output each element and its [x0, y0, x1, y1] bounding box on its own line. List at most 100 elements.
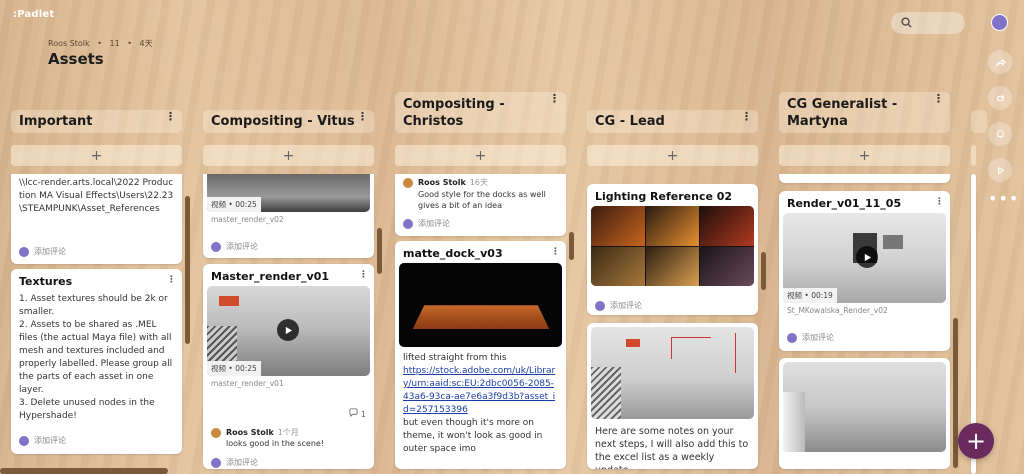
right-toolbar: ••• — [988, 50, 1018, 207]
add-comment[interactable]: 添加评论 — [779, 328, 842, 347]
post-card[interactable]: Roos Stolk 16天 Good style for the docks … — [395, 174, 566, 236]
more-icon[interactable]: ••• — [988, 191, 1018, 207]
video-thumbnail[interactable]: 视频 • 00:25 — [207, 174, 370, 212]
column-menu-icon[interactable]: ⋮ — [357, 111, 368, 122]
play-button[interactable] — [277, 319, 299, 341]
column-header: CG Generalist - Martyna ⋮ — [779, 92, 950, 133]
stock-link[interactable]: https://stock.adobe.com/uk/Library/urn:a… — [403, 365, 558, 417]
post-card[interactable]: ⋮ Textures 1. Asset textures should be 2… — [11, 269, 182, 454]
comment-text: Good style for the docks as well gives a… — [418, 190, 546, 210]
video-thumbnail[interactable]: 视频 • 00:19 — [783, 213, 946, 303]
page-title: Assets — [48, 50, 104, 68]
add-post-button[interactable]: + — [203, 145, 374, 166]
bell-icon — [996, 129, 1004, 138]
search-button[interactable] — [891, 12, 965, 34]
add-comment-label: 添加评论 — [34, 247, 66, 256]
image-thumbnail[interactable] — [399, 263, 562, 347]
avatar — [403, 177, 413, 188]
play-button[interactable] — [856, 246, 878, 268]
column-title: Compositing - Vitus — [211, 114, 355, 129]
add-comment[interactable]: 添加评论 — [203, 237, 266, 256]
add-post-fab[interactable]: + — [958, 423, 994, 459]
post-card[interactable]: ⋮ Master_render_v01 视频 • 00:25 master_re… — [203, 264, 374, 469]
post-card[interactable]: ⋮ Render_v01_11_05 视频 • 00:19 St_MKowals… — [779, 191, 950, 351]
post-menu-icon[interactable]: ⋮ — [935, 197, 944, 207]
post-card-partial[interactable] — [779, 174, 950, 183]
column-title: CG Generalist - Martyna — [787, 96, 898, 129]
comment-author-row: Roos Stolk 16天 — [395, 174, 566, 188]
post-card[interactable]: \\lcc-render.arts.local\2022 Production … — [11, 174, 182, 264]
add-comment-label: 添加评论 — [610, 301, 642, 310]
column-scrollbar[interactable] — [377, 228, 382, 274]
add-post-button[interactable]: + — [587, 145, 758, 166]
add-post-button[interactable]: + — [395, 145, 566, 166]
board-age: 4天 — [139, 39, 153, 48]
column-header-partial — [971, 110, 987, 133]
image-collage[interactable] — [591, 206, 754, 286]
add-comment[interactable]: 添加评论 — [395, 214, 458, 233]
post-menu-icon[interactable]: ⋮ — [167, 275, 176, 285]
slideshow-button[interactable] — [988, 158, 1012, 182]
avatar — [211, 427, 221, 438]
column-title: CG - Lead — [595, 114, 665, 129]
share-button[interactable] — [988, 50, 1012, 74]
post-card[interactable]: ⋮ matte_dock_v03 lifted straight from th… — [395, 241, 566, 469]
column-scrollbar[interactable] — [569, 232, 574, 260]
remake-button[interactable] — [988, 86, 1012, 110]
column-scrollbar[interactable] — [953, 318, 958, 468]
add-comment[interactable]: 添加评论 — [11, 242, 74, 261]
post-body: \\lcc-render.arts.local\2022 Production … — [19, 178, 174, 214]
column-menu-icon[interactable]: ⋮ — [741, 111, 752, 122]
comment-text: looks good in the scene! — [226, 439, 325, 448]
column-header: Compositing - Vitus ⋮ — [203, 110, 374, 133]
avatar — [787, 332, 797, 343]
column-menu-icon[interactable]: ⋮ — [165, 111, 176, 122]
post-line: 3. Delete unused nodes in the Hypershade… — [19, 398, 155, 421]
image-thumbnail[interactable] — [783, 362, 946, 452]
post-menu-icon[interactable]: ⋮ — [551, 247, 560, 257]
comment-author-row: Roos Stolk 1个月 — [203, 424, 307, 438]
add-post-button[interactable]: + — [779, 145, 950, 166]
column-menu-icon[interactable]: ⋮ — [933, 93, 944, 104]
column-menu-icon[interactable]: ⋮ — [549, 93, 560, 104]
post-card[interactable]: 视频 • 00:25 master_render_v02 添加评论 — [203, 174, 374, 258]
add-comment[interactable]: 添加评论 — [11, 431, 74, 450]
column-scrollbar[interactable] — [761, 252, 766, 290]
avatar — [19, 246, 29, 257]
horizontal-scrollbar[interactable] — [0, 468, 168, 474]
post-card[interactable]: ⋮ — [779, 358, 950, 469]
user-avatar[interactable] — [991, 14, 1008, 31]
board-author: Roos Stolk — [48, 39, 90, 48]
board-meta: Roos Stolk • 11 • 4天 — [48, 38, 158, 49]
column-scrollbar[interactable] — [185, 196, 190, 344]
notifications-button[interactable] — [988, 122, 1012, 146]
annotated-image[interactable] — [591, 327, 754, 419]
post-body: 1. Asset textures should be 2k or smalle… — [11, 291, 182, 425]
video-thumbnail[interactable]: 视频 • 00:25 — [207, 286, 370, 376]
play-icon — [285, 326, 292, 334]
add-comment[interactable]: 添加评论 — [203, 453, 266, 469]
meta-dot: • — [97, 39, 102, 48]
padlet-logo[interactable]: :Padlet — [13, 9, 54, 20]
post-title: matte_dock_v03 — [403, 247, 503, 260]
add-post-button-partial[interactable] — [971, 145, 976, 166]
post-card[interactable]: Lighting Reference 02 添加评论 — [587, 184, 758, 315]
post-title: Render_v01_11_05 — [787, 197, 902, 210]
post-menu-icon[interactable]: ⋮ — [359, 270, 368, 280]
add-comment-label: 添加评论 — [226, 242, 258, 251]
post-card[interactable]: ⋮ Here are some notes on your next steps… — [587, 323, 758, 469]
video-badge: 视频 • 00:25 — [207, 197, 261, 212]
avatar — [211, 457, 221, 468]
add-comment-label: 添加评论 — [802, 333, 834, 342]
add-post-button[interactable]: + — [11, 145, 182, 166]
add-comment-label: 添加评论 — [226, 458, 258, 467]
search-icon — [901, 17, 912, 28]
add-comment[interactable]: 添加评论 — [587, 296, 650, 315]
media-caption: St_MKowalska_Render_v02 — [787, 306, 888, 315]
column-title: Important — [19, 114, 93, 129]
post-line: 2. Assets to be shared as .MEL files (th… — [19, 320, 173, 395]
meta-dot: • — [127, 39, 132, 48]
post-count: 11 — [109, 39, 120, 48]
comment-icon — [349, 408, 358, 418]
post-line: 1. Asset textures should be 2k or smalle… — [19, 294, 168, 317]
